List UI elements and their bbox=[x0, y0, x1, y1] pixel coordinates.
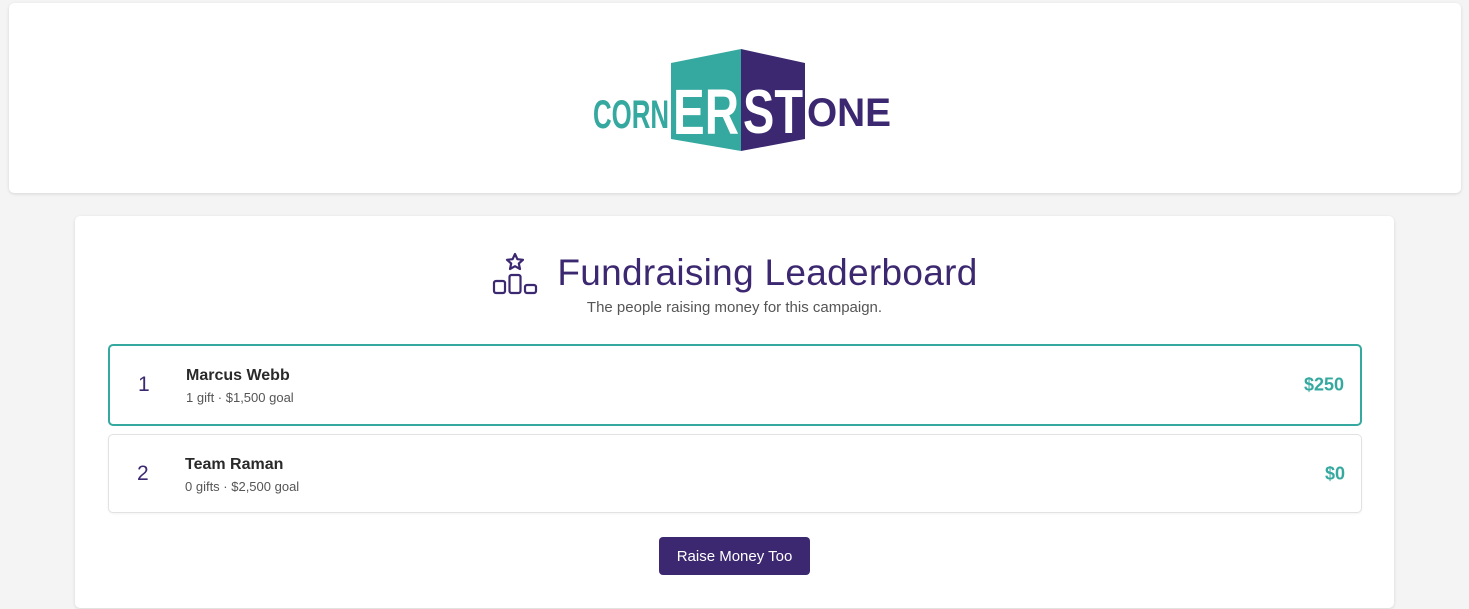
cornerstone-logo[interactable]: CORN ER ST ONE bbox=[593, 47, 893, 153]
fundraiser-name: Marcus Webb bbox=[186, 367, 290, 384]
rank-number: 1 bbox=[138, 373, 150, 396]
amount-raised: $250 bbox=[1303, 374, 1344, 395]
page-title: Fundraising Leaderboard bbox=[557, 252, 978, 293]
svg-text:CORN: CORN bbox=[593, 93, 669, 137]
raise-money-button[interactable]: Raise Money Too bbox=[659, 537, 810, 575]
amount-raised: $0 bbox=[1324, 463, 1345, 483]
podium-star-icon bbox=[491, 251, 539, 295]
fundraiser-meta: 1 gift · $1,500 goal bbox=[186, 390, 294, 405]
fundraiser-meta: 0 gifts · $2,500 goal bbox=[185, 479, 300, 494]
leaderboard-row[interactable]: 1 Marcus Webb 1 gift · $1,500 goal $250 bbox=[108, 344, 1362, 426]
svg-text:ER: ER bbox=[673, 76, 739, 148]
leaderboard-row[interactable]: 2 Team Raman 0 gifts · $2,500 goal $0 bbox=[108, 434, 1362, 513]
page-subtitle: The people raising money for this campai… bbox=[586, 299, 883, 316]
header-card: CORN ER ST ONE bbox=[9, 3, 1461, 193]
leaderboard-heading: Fundraising Leaderboard bbox=[0, 248, 1469, 298]
fundraiser-name: Team Raman bbox=[185, 456, 284, 473]
svg-text:ST: ST bbox=[743, 78, 803, 147]
svg-text:ONE: ONE bbox=[807, 91, 891, 135]
rank-number: 2 bbox=[137, 461, 149, 485]
